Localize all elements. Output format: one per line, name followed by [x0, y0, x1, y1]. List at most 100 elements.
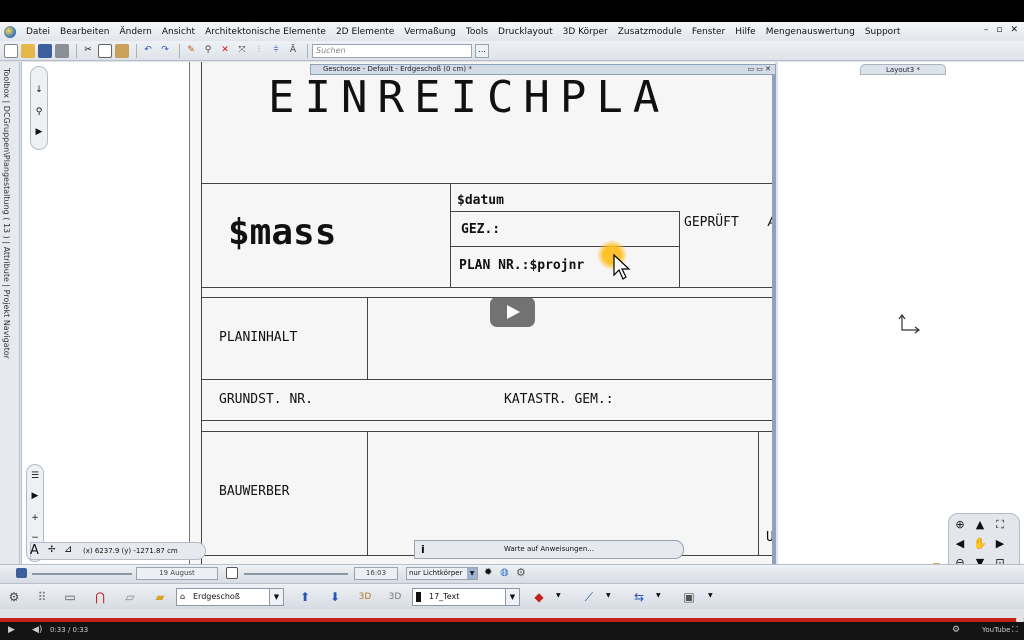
app-logo-icon[interactable] — [4, 25, 16, 38]
settings-gear-icon[interactable]: ⚙ — [3, 587, 25, 607]
save-icon[interactable] — [38, 43, 52, 58]
floor-down-icon[interactable]: ⬇ — [324, 587, 346, 607]
menu-tools[interactable]: Tools — [461, 27, 493, 37]
youtube-logo[interactable]: YouTube — [982, 626, 1010, 634]
layout-view-area[interactable] — [778, 62, 1024, 572]
sheet-window-controls[interactable]: ▭ ▭ ✕ — [747, 65, 771, 74]
render-mode-select[interactable]: nur Lichtkörper ▼ — [406, 567, 478, 580]
volume-icon[interactable]: ◀) — [32, 625, 42, 635]
transform-icon[interactable]: ⤧ — [235, 44, 249, 58]
menu-zusatzmodule[interactable]: Zusatzmodule — [613, 27, 687, 37]
open-file-icon[interactable] — [21, 43, 35, 58]
magnet-icon[interactable]: ⋂ — [89, 587, 111, 607]
menu-3d-koerper[interactable]: 3D Körper — [558, 27, 613, 37]
line-style-icon[interactable]: ⟋ — [578, 587, 600, 607]
grid-icon[interactable]: ⠿ — [31, 587, 53, 607]
text-tool-icon[interactable]: A — [30, 543, 39, 558]
scroll-down-icon[interactable]: ↓ — [31, 85, 47, 95]
play-pause-icon[interactable]: ▶ — [8, 625, 15, 635]
render-mode-value: nur Lichtkörper — [409, 569, 463, 577]
date-field[interactable]: 19 August — [136, 567, 218, 580]
fill-color-icon[interactable]: ◆ — [528, 587, 550, 607]
fullscreen-icon[interactable]: ⛶ — [1012, 625, 1018, 635]
chevron-down-icon[interactable]: ▼ — [708, 592, 713, 599]
3d-hide-icon[interactable]: 3D — [384, 587, 406, 607]
restore-icon[interactable]: ▫ — [996, 25, 1002, 35]
plus-icon[interactable]: + — [27, 513, 43, 523]
menu-drucklayout[interactable]: Drucklayout — [493, 27, 558, 37]
3d-view-icon[interactable]: 3D — [354, 587, 376, 607]
arrow-style-icon[interactable]: ⇆ — [628, 587, 650, 607]
menu-bearbeiten[interactable]: Bearbeiten — [55, 27, 114, 37]
new-file-icon[interactable] — [4, 43, 18, 58]
pan-up-icon[interactable]: ▲ — [972, 517, 988, 533]
time-field[interactable]: 16:03 — [354, 567, 398, 580]
time-slider[interactable] — [244, 573, 348, 575]
folder-icon[interactable]: ▰ — [149, 587, 171, 607]
close-icon[interactable]: ✕ — [1010, 25, 1018, 35]
redo-icon[interactable]: ↷ — [158, 44, 172, 58]
grid-snap-icon[interactable]: ⫩ — [269, 44, 283, 58]
sun-icon[interactable]: ✹ — [484, 567, 492, 578]
text-style-icon[interactable]: Ā — [286, 44, 300, 58]
tool-pill-top: ↓ ⚲ ▶ — [30, 66, 48, 150]
layer-select[interactable]: 17_Text ▼ — [412, 588, 520, 606]
list-icon[interactable]: ☰ — [27, 471, 43, 481]
menu-datei[interactable]: Datei — [21, 27, 55, 37]
pan-right-icon[interactable]: ▶ — [992, 536, 1008, 552]
play-arrow-icon[interactable]: ▶ — [27, 491, 43, 501]
brush-icon[interactable]: ✎ — [184, 44, 198, 58]
menu-architektonische-elemente[interactable]: Architektonische Elemente — [200, 27, 331, 37]
side-tabs-label[interactable]: Toolbox | DCGruppen\Plangestaltung ( 13 … — [2, 68, 11, 359]
date-slider[interactable] — [32, 573, 132, 575]
ruler-icon[interactable]: ▱ — [119, 587, 141, 607]
menu-ansicht[interactable]: Ansicht — [157, 27, 200, 37]
chevron-down-icon[interactable]: ▼ — [556, 592, 561, 599]
floor-select[interactable]: ⌂ Erdgeschoß ▼ — [176, 588, 284, 606]
menu-2d-elemente[interactable]: 2D Elemente — [331, 27, 399, 37]
pipette-icon[interactable]: ⚲ — [201, 44, 215, 58]
globe-icon[interactable]: ◍ — [500, 567, 509, 578]
chevron-down-icon[interactable]: ▼ — [505, 589, 519, 605]
pattern-icon[interactable]: ▣ — [678, 587, 700, 607]
menu-hilfe[interactable]: Hilfe — [730, 27, 760, 37]
hand-pan-icon[interactable]: ✋ — [972, 536, 988, 552]
sheet-scroll-edge[interactable] — [772, 75, 776, 572]
chevron-down-icon[interactable]: ▼ — [656, 592, 661, 599]
chevron-down-icon[interactable]: ▼ — [269, 589, 283, 605]
delete-icon[interactable]: ✕ — [218, 44, 232, 58]
chevron-down-icon[interactable]: ▼ — [467, 568, 477, 579]
pan-left-icon[interactable]: ◀ — [952, 536, 968, 552]
menu-fenster[interactable]: Fenster — [687, 27, 730, 37]
search-button[interactable]: ... — [475, 43, 489, 58]
print-icon[interactable] — [55, 43, 69, 58]
search-input[interactable]: Suchen — [312, 43, 472, 58]
tab-layout3[interactable]: Layout3 * — [860, 64, 946, 75]
menu-mengenauswertung[interactable]: Mengenauswertung — [761, 27, 860, 37]
chevron-down-icon[interactable]: ▼ — [606, 592, 611, 599]
measure-tool-icon[interactable]: ⊿ — [64, 544, 72, 555]
menu-support[interactable]: Support — [860, 27, 906, 37]
settings-icon[interactable]: ⚙ — [952, 625, 960, 635]
title-block-sheet[interactable]: EINREICHPLA $mass $datum GEZ.: GEPRÜFT A… — [189, 62, 775, 572]
cut-icon[interactable]: ✂ — [81, 44, 95, 58]
fit-view-icon[interactable]: ⛶ — [992, 517, 1008, 533]
paste-icon[interactable] — [115, 43, 129, 58]
menu-vermassung[interactable]: Vermaßung — [399, 27, 461, 37]
menu-aendern[interactable]: Ändern — [114, 27, 156, 37]
zoom-in-icon[interactable]: ⊕ — [952, 517, 968, 533]
sun-settings-icon[interactable] — [16, 568, 27, 578]
expand-arrow-icon[interactable]: ▶ — [31, 127, 47, 137]
gear-icon[interactable]: ⚙ — [516, 566, 526, 579]
clock-icon[interactable] — [226, 567, 238, 579]
align-icon[interactable]: ⫶ — [252, 44, 266, 58]
floor-up-icon[interactable]: ⬆ — [294, 587, 316, 607]
sheet-window-title[interactable]: Geschosse - Default - Erdgeschoß (0 cm) … — [310, 64, 776, 75]
undo-icon[interactable]: ↶ — [141, 44, 155, 58]
minimize-icon[interactable]: – — [984, 25, 989, 35]
video-play-button[interactable] — [490, 297, 535, 327]
snap-tool-icon[interactable]: ✢ — [48, 545, 56, 555]
copy-icon[interactable] — [98, 43, 112, 58]
frame-icon[interactable]: ▭ — [59, 587, 81, 607]
zoom-icon[interactable]: ⚲ — [31, 107, 47, 117]
